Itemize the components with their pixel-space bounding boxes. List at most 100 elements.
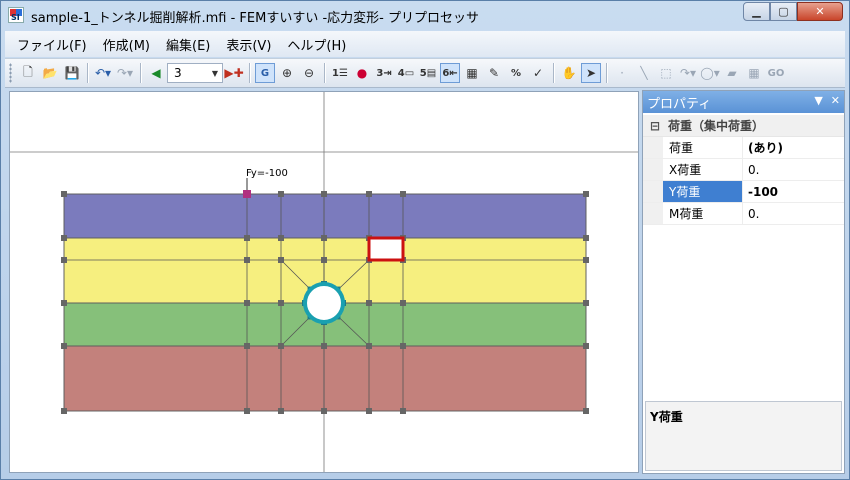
mesh-node <box>61 408 67 414</box>
mesh-node <box>321 191 327 197</box>
property-name: Y荷重 <box>663 181 743 202</box>
minimize-icon: ▁ <box>752 5 761 18</box>
property-category[interactable]: ⊟ 荷重（集中荷重） <box>643 115 844 137</box>
mesh-node <box>244 257 250 263</box>
menu-help[interactable]: ヘルプ(H) <box>279 35 354 54</box>
property-value[interactable]: 0. <box>743 203 844 224</box>
line-icon[interactable]: ╲ <box>634 63 654 83</box>
panel-close-icon[interactable]: ✕ <box>831 94 840 107</box>
mesh-node <box>583 300 589 306</box>
mesh-node <box>366 408 372 414</box>
mesh-node <box>244 343 250 349</box>
property-value[interactable]: (あり) <box>743 137 844 158</box>
pointer-icon[interactable]: ➤ <box>581 63 601 83</box>
go-icon[interactable]: GO <box>766 63 786 83</box>
grid-snap-icon[interactable]: G <box>255 63 275 83</box>
back-arrow-icon[interactable]: ◀ <box>146 63 166 83</box>
mesh-node <box>366 300 372 306</box>
property-row-load[interactable]: 荷重 (あり) <box>643 137 844 159</box>
arc-icon[interactable]: ↷▾ <box>678 63 698 83</box>
mesh-node <box>321 235 327 241</box>
panel-title: プロパティ <box>647 96 712 112</box>
window-controls: ▁ ▢ ✕ <box>743 2 843 21</box>
property-row-x-load[interactable]: X荷重 0. <box>643 159 844 181</box>
mesh-node <box>61 300 67 306</box>
property-panel: プロパティ ▼ ✕ ⊟ 荷重（集中荷重） 荷重 (あり) X荷重 0. Y荷重 … <box>642 90 845 474</box>
element-number-icon[interactable]: 6⇤ <box>440 63 460 83</box>
mesh-node <box>400 300 406 306</box>
property-description: Y荷重 <box>645 401 842 471</box>
mesh-node <box>61 191 67 197</box>
hand-pan-icon[interactable]: ✋ <box>559 63 579 83</box>
mesh-node <box>400 191 406 197</box>
menu-file[interactable]: ファイル(F) <box>9 35 95 54</box>
percent-icon[interactable]: % <box>506 63 526 83</box>
table-icon[interactable]: ▦ <box>462 63 482 83</box>
mesh-node <box>278 300 284 306</box>
collapse-icon[interactable]: ⊟ <box>648 119 662 133</box>
undo-icon[interactable]: ↶▾ <box>93 63 113 83</box>
mesh-node <box>278 257 284 263</box>
app-icon[interactable]: SI <box>8 7 24 23</box>
mesh-node <box>61 343 67 349</box>
app-icon-label: SI <box>11 13 20 22</box>
mesh-svg[interactable]: Fy=-100 <box>10 92 639 473</box>
property-row-m-load[interactable]: M荷重 0. <box>643 203 844 225</box>
menu-bar: ファイル(F) 作成(M) 編集(E) 表示(V) ヘルプ(H) <box>5 31 845 57</box>
load-node <box>243 190 251 198</box>
mesh-node <box>278 191 284 197</box>
panel-menu-icon[interactable]: ▼ <box>814 94 822 107</box>
mesh-icon[interactable]: ▦ <box>744 63 764 83</box>
toolbar-grip[interactable] <box>9 63 12 83</box>
mesh-node <box>321 343 327 349</box>
check-icon[interactable]: ✎ <box>484 63 504 83</box>
mesh-node <box>583 408 589 414</box>
save-icon[interactable]: 💾 <box>62 63 82 83</box>
zoom-in-icon[interactable]: ⊕ <box>277 63 297 83</box>
window-title: sample-1_トンネル掘削解析.mfi - FEMすいすい -応力変形- プ… <box>31 11 479 26</box>
maximize-button[interactable]: ▢ <box>770 2 797 21</box>
mesh-node <box>278 235 284 241</box>
add-step-icon[interactable]: ▶✚ <box>224 63 244 83</box>
material-color-icon[interactable]: ● <box>352 63 372 83</box>
maximize-icon: ▢ <box>778 5 789 18</box>
step-value: 3 <box>174 66 182 80</box>
menu-view[interactable]: 表示(V) <box>218 35 279 54</box>
open-folder-icon[interactable]: 📂 <box>40 63 60 83</box>
mesh-node <box>244 300 250 306</box>
property-row-y-load[interactable]: Y荷重 -100 <box>643 181 844 203</box>
mesh-node <box>61 235 67 241</box>
panel-header: プロパティ ▼ ✕ <box>643 91 844 113</box>
property-value[interactable]: 0. <box>743 159 844 180</box>
mesh-node <box>321 257 327 263</box>
boundary-icon[interactable]: 4▭ <box>396 63 416 83</box>
drawing-canvas[interactable]: Fy=-100 <box>9 91 639 473</box>
menu-edit[interactable]: 編集(E) <box>158 35 218 54</box>
toolbar-separator <box>553 63 554 83</box>
dimension-icon[interactable]: 3⇥ <box>374 63 394 83</box>
validate-icon[interactable]: ✓ <box>528 63 548 83</box>
minimize-button[interactable]: ▁ <box>743 2 770 21</box>
selected-element <box>367 236 405 262</box>
circle-icon[interactable]: ◯▾ <box>700 63 720 83</box>
zoom-out-icon[interactable]: ⊖ <box>299 63 319 83</box>
toolbar-separator <box>606 63 607 83</box>
close-button[interactable]: ✕ <box>797 2 843 21</box>
property-value[interactable]: -100 <box>743 181 844 202</box>
title-bar: SI sample-1_トンネル掘削解析.mfi - FEMすいすい -応力変形… <box>1 1 849 29</box>
node-number-icon[interactable]: 1☰ <box>330 63 350 83</box>
load-number-icon[interactable]: 5▤ <box>418 63 438 83</box>
rectangle-icon[interactable]: ⬚ <box>656 63 676 83</box>
point-icon[interactable]: · <box>612 63 632 83</box>
mesh-node <box>366 191 372 197</box>
redo-icon[interactable]: ↷▾ <box>115 63 135 83</box>
eraser-icon[interactable]: ▰ <box>722 63 742 83</box>
toolbar-separator <box>324 63 325 83</box>
new-file-icon[interactable]: 🗋 <box>18 63 38 83</box>
category-label: 荷重（集中荷重） <box>668 119 765 133</box>
mesh-node <box>278 343 284 349</box>
step-select[interactable]: 3 ▼ <box>167 63 223 83</box>
mesh-node <box>244 235 250 241</box>
menu-create[interactable]: 作成(M) <box>95 35 158 54</box>
mesh-node <box>278 408 284 414</box>
